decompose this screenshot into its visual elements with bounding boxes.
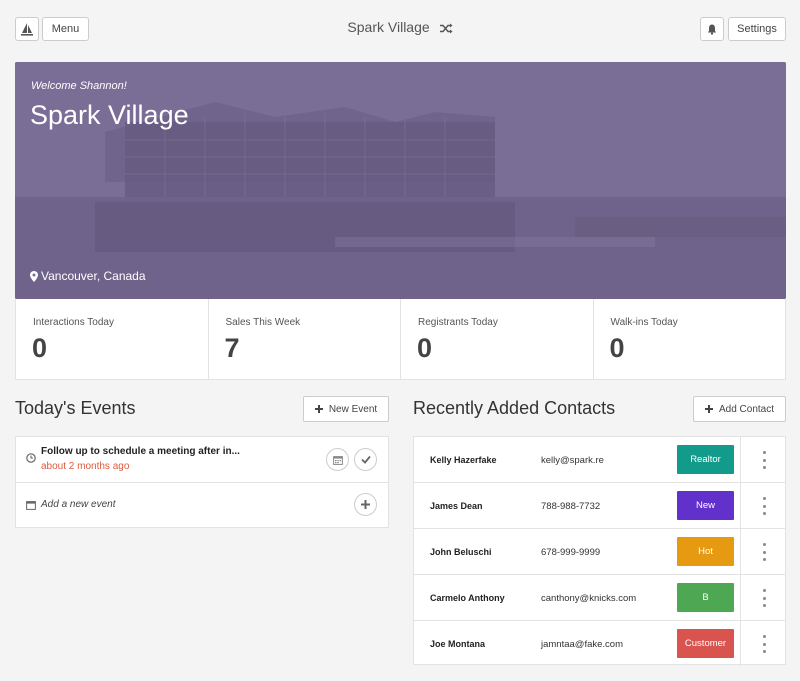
location: Vancouver, Canada [30, 269, 146, 283]
location-text: Vancouver, Canada [41, 269, 146, 283]
vertical-dots-icon[interactable] [758, 543, 770, 561]
contact-info: 678-999-9999 [541, 547, 601, 558]
contact-name: John Beluschi [430, 547, 492, 557]
add-event-label: Add a new event [41, 499, 116, 510]
contact-row[interactable]: Joe Montana jamntaa@fake.com Customer [414, 621, 785, 667]
event-item[interactable]: Follow up to schedule a meeting after in… [16, 437, 388, 483]
divider [740, 621, 741, 666]
new-event-button[interactable]: New Event [303, 396, 389, 422]
stat-value: 0 [417, 333, 433, 363]
schedule-event-button[interactable] [326, 448, 349, 471]
contacts-heading: Recently Added Contacts [413, 398, 616, 418]
vertical-dots-icon[interactable] [758, 497, 770, 515]
add-event-row[interactable]: Add a new event [16, 483, 388, 528]
new-event-label: New Event [328, 403, 378, 415]
stat-label: Registrants Today [418, 317, 498, 328]
clock-icon [26, 453, 36, 463]
contact-name: James Dean [430, 501, 483, 511]
stat-sales: Sales This Week 7 [209, 299, 401, 379]
plus-icon [704, 405, 713, 413]
add-event-button[interactable] [354, 493, 377, 516]
stat-value: 0 [32, 333, 48, 363]
complete-event-button[interactable] [354, 448, 377, 471]
contact-status-badge: Realtor [677, 445, 734, 474]
contact-row[interactable]: Kelly Hazerfake kelly@spark.re Realtor [414, 437, 785, 483]
divider [740, 575, 741, 620]
divider [740, 437, 741, 482]
contact-status-badge: Customer [677, 629, 734, 658]
contact-row[interactable]: John Beluschi 678-999-9999 Hot [414, 529, 785, 575]
hero-background-image [15, 62, 786, 299]
notifications-button[interactable] [700, 17, 724, 41]
contact-status-badge: New [677, 491, 734, 520]
contacts-card: Kelly Hazerfake kelly@spark.re Realtor J… [413, 436, 786, 667]
check-icon [360, 455, 371, 464]
stat-label: Walk-ins Today [610, 317, 678, 328]
map-marker-icon [30, 270, 38, 282]
calendar-icon [332, 455, 343, 465]
events-card: Follow up to schedule a meeting after in… [15, 436, 389, 528]
shuffle-icon[interactable] [439, 21, 453, 37]
stat-value: 7 [224, 333, 240, 363]
vertical-dots-icon[interactable] [758, 589, 770, 607]
stat-walkins: Walk-ins Today 0 [594, 299, 786, 379]
contact-row[interactable]: James Dean 788-988-7732 New [414, 483, 785, 529]
settings-button[interactable]: Settings [728, 17, 786, 41]
contact-info: jamntaa@fake.com [541, 639, 623, 650]
welcome-text: Welcome Shannon! [31, 80, 127, 92]
contact-status-badge: B [677, 583, 734, 612]
top-bar: Menu Spark Village Settings [0, 0, 800, 58]
app-title: Spark Village [0, 19, 800, 37]
stats-bar: Interactions Today 0 Sales This Week 7 R… [15, 299, 786, 380]
divider [740, 529, 741, 574]
stat-interactions: Interactions Today 0 [16, 299, 209, 379]
bell-icon [707, 24, 717, 35]
events-heading: Today's Events [15, 398, 136, 418]
stat-label: Interactions Today [33, 317, 114, 328]
contact-info: 788-988-7732 [541, 501, 601, 512]
contact-info: kelly@spark.re [541, 455, 604, 466]
stat-value: 0 [609, 333, 625, 363]
contact-name: Kelly Hazerfake [430, 455, 497, 465]
event-title: Follow up to schedule a meeting after in… [41, 446, 240, 457]
app-title-text: Spark Village [347, 19, 430, 35]
divider [740, 483, 741, 528]
event-time: about 2 months ago [41, 461, 130, 472]
add-contact-button[interactable]: Add Contact [693, 396, 786, 422]
vertical-dots-icon[interactable] [758, 635, 770, 653]
plus-icon [314, 405, 323, 413]
hero-title: Spark Village [30, 100, 189, 130]
stat-registrants: Registrants Today 0 [401, 299, 594, 379]
contact-info: canthony@knicks.com [541, 593, 637, 604]
contact-row[interactable]: Carmelo Anthony canthony@knicks.com B [414, 575, 785, 621]
contact-name: Carmelo Anthony [430, 593, 505, 603]
calendar-icon [26, 501, 36, 510]
contact-name: Joe Montana [430, 639, 486, 649]
contact-status-badge: Hot [677, 537, 734, 566]
plus-icon [361, 500, 370, 509]
stat-label: Sales This Week [225, 317, 301, 328]
hero-banner: Welcome Shannon! Spark Village Vancouver… [15, 62, 786, 299]
vertical-dots-icon[interactable] [758, 451, 770, 469]
add-contact-label: Add Contact [718, 403, 775, 415]
